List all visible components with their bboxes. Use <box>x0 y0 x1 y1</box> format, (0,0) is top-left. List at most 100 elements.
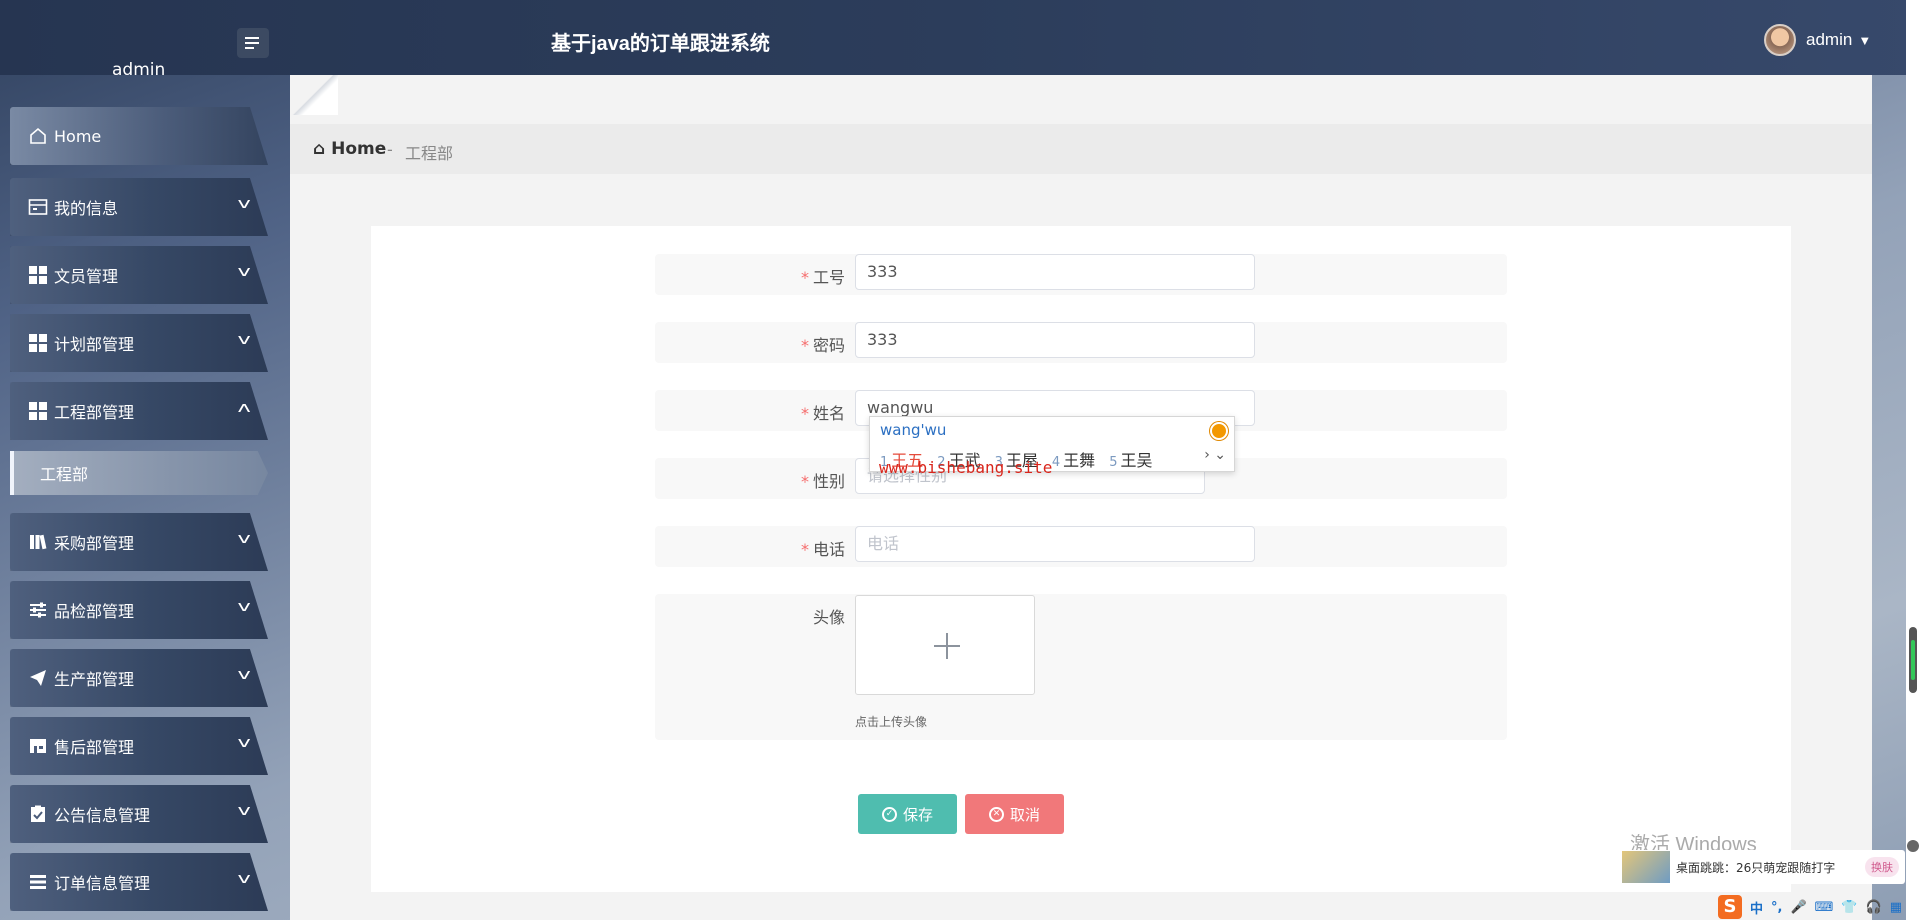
grid-icon[interactable]: ▦ <box>1890 900 1902 915</box>
card-icon <box>28 197 48 217</box>
pet-image-icon <box>1622 851 1670 883</box>
sidebar-item-engineering[interactable]: 工程部管理 v <box>10 382 268 440</box>
sidebar-item-after-sales[interactable]: 售后部管理 v <box>10 717 268 775</box>
sidebar-item-label: 公告信息管理 <box>54 806 151 825</box>
required-mark: * <box>800 268 809 287</box>
change-skin-button[interactable]: 换肤 <box>1865 857 1899 877</box>
required-mark: * <box>800 336 809 355</box>
microphone-icon[interactable]: 🎤 <box>1790 900 1806 915</box>
user-menu[interactable]: admin ▼ <box>1764 24 1871 56</box>
avatar[interactable] <box>1764 24 1796 56</box>
field-label-name: * 姓名 <box>800 404 845 423</box>
list-icon <box>28 872 48 892</box>
home-icon <box>28 126 48 146</box>
check-circle-icon: ✓ <box>881 806 897 822</box>
sidebar-item-quality[interactable]: 品检部管理 v <box>10 581 268 639</box>
chevron-down-icon: v <box>237 735 251 751</box>
book-icon <box>28 532 48 552</box>
save-button[interactable]: ✓ 保存 <box>858 794 957 834</box>
caret-down-icon[interactable]: ▼ <box>1858 33 1871 48</box>
chevron-down-icon: v <box>237 196 251 212</box>
sidebar-item-label: 品检部管理 <box>54 602 135 621</box>
user-name[interactable]: admin <box>1806 30 1852 50</box>
tray-item[interactable]: °, <box>1771 900 1782 915</box>
required-mark: * <box>800 404 809 423</box>
chevron-down-icon: v <box>237 599 251 615</box>
ime-more-button[interactable]: › ⌄ <box>1204 447 1226 463</box>
chevron-down-icon: v <box>237 332 251 348</box>
store-icon <box>28 736 48 756</box>
ime-candidate[interactable]: 5 王吴 <box>1109 447 1152 471</box>
keyboard-icon[interactable]: ⌨ <box>1815 900 1834 915</box>
notification-text: 桌面跳跳：26只萌宠跟随打字 <box>1676 860 1836 875</box>
ime-toolbar: S 中 °, 🎤 ⌨ 👕 🎧 ▦ <box>1718 894 1920 920</box>
phone-field[interactable]: 电话 <box>855 526 1255 562</box>
scrollbar[interactable] <box>1906 0 1920 920</box>
breadcrumb-home[interactable]: ⌂ Home <box>313 139 386 159</box>
grid-icon <box>28 333 48 353</box>
scroll-indicator <box>1911 640 1915 680</box>
ime-candidate[interactable]: 4 王舞 <box>1052 447 1095 471</box>
field-label-gender: * 性别 <box>800 472 845 491</box>
sidebar-item-announcements[interactable]: 公告信息管理 v <box>10 785 268 843</box>
cancel-button[interactable]: ✕ 取消 <box>965 794 1064 834</box>
field-label-id: * 工号 <box>800 268 845 287</box>
field-label-password: * 密码 <box>800 336 845 355</box>
scroll-button[interactable] <box>1907 840 1919 852</box>
ime-composition: wang'wu <box>880 421 947 439</box>
breadcrumb <box>290 124 1872 174</box>
chevron-down-icon: v <box>237 531 251 547</box>
chevron-down-icon: v <box>237 667 251 683</box>
required-mark: * <box>800 472 809 491</box>
breadcrumb-separator: - <box>387 140 393 159</box>
chevron-up-icon: v <box>237 400 251 416</box>
chevron-down-icon: v <box>237 871 251 887</box>
sidebar-item-label: 生产部管理 <box>54 670 135 689</box>
sidebar-item-purchasing[interactable]: 采购部管理 v <box>10 513 268 571</box>
id-field[interactable]: 333 <box>855 254 1255 290</box>
sidebar-item-my-info[interactable]: 我的信息 v <box>10 178 268 236</box>
top-bar <box>0 0 1920 75</box>
paper-plane-icon <box>28 668 48 688</box>
breadcrumb-home-label[interactable]: Home <box>331 139 386 159</box>
required-mark: * <box>800 540 809 559</box>
sidebar-item-clerk[interactable]: 文员管理 v <box>10 246 268 304</box>
sidebar-item-label: 订单信息管理 <box>54 874 151 893</box>
page-fold-decoration <box>290 75 338 115</box>
field-label-avatar: 头像 <box>812 608 845 627</box>
ime-logo-icon <box>1210 422 1228 440</box>
sidebar-item-home[interactable]: Home <box>10 107 268 165</box>
password-field[interactable]: 333 <box>855 322 1255 358</box>
sidebar-item-orders[interactable]: 订单信息管理 v <box>10 853 268 911</box>
grid-icon <box>28 401 48 421</box>
breadcrumb-current: 工程部 <box>405 144 454 163</box>
desktop-notification[interactable]: 桌面跳跳：26只萌宠跟随打字 换肤 <box>1620 850 1905 884</box>
grid-icon <box>28 265 48 285</box>
sidebar-item-label: 工程部管理 <box>54 403 135 422</box>
sogou-logo-icon[interactable]: S <box>1718 895 1742 919</box>
sidebar-item-label: 计划部管理 <box>54 335 135 354</box>
sidebar-item-label: 我的信息 <box>54 199 119 218</box>
tray-item[interactable]: 中 <box>1750 898 1763 917</box>
sidebar-item-label: 采购部管理 <box>54 534 135 553</box>
headset-icon[interactable]: 🎧 <box>1866 900 1882 915</box>
sidebar-item-label: 文员管理 <box>54 267 119 286</box>
skin-icon[interactable]: 👕 <box>1841 900 1857 915</box>
upload-tip: 点击上传头像 <box>855 715 928 729</box>
clipboard-check-icon <box>28 804 48 824</box>
sidebar-subitem-engineering-dept[interactable]: 工程部 <box>10 451 268 495</box>
sidebar-item-label: 售后部管理 <box>54 738 135 757</box>
chevron-down-icon: v <box>237 264 251 280</box>
sidebar-item-label: Home <box>54 126 102 146</box>
avatar-upload[interactable] <box>855 595 1035 695</box>
sliders-icon <box>28 600 48 620</box>
close-circle-icon: ✕ <box>988 806 1004 822</box>
chevron-down-icon: v <box>237 803 251 819</box>
watermark-url: www.bishebang.site <box>879 458 1053 477</box>
sidebar-item-planning[interactable]: 计划部管理 v <box>10 314 268 372</box>
sidebar-item-production[interactable]: 生产部管理 v <box>10 649 268 707</box>
field-label-phone: * 电话 <box>800 540 845 559</box>
collapse-menu-button[interactable] <box>237 28 269 58</box>
home-icon: ⌂ <box>313 139 326 159</box>
app-title: 基于java的订单跟进系统 <box>551 33 770 55</box>
